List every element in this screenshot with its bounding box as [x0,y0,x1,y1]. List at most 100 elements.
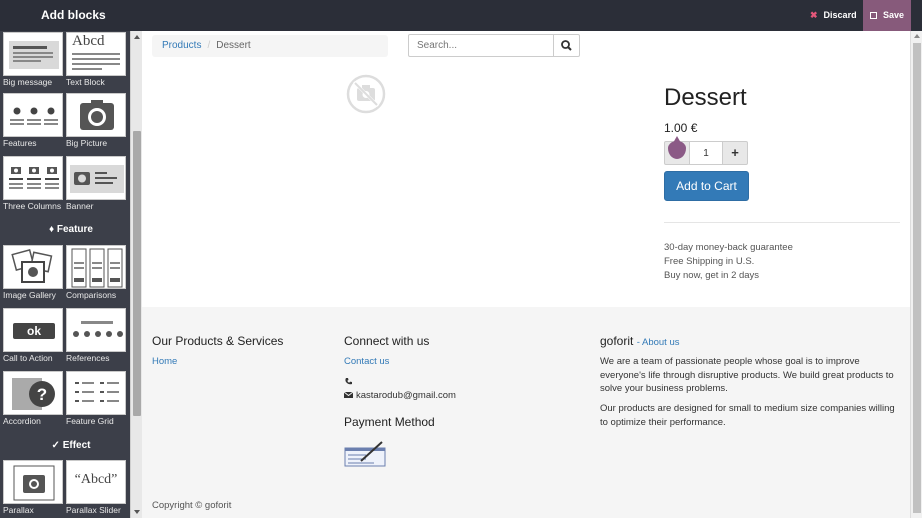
snippet-big-message[interactable]: Big message [3,32,63,92]
snippet-call-to-action[interactable]: ok Call to Action [3,308,63,368]
snippet-parallax-slider[interactable]: “Abcd” Parallax Slider [66,460,126,518]
footer-contact-link[interactable]: Contact us [344,356,389,367]
editor-topbar: ✖ Discard Save [142,0,922,31]
snippet-label: Banner [66,201,94,211]
section-effect-label: Effect [62,440,91,451]
diamond-icon: ♦ [48,224,55,235]
snippet-label: Call to Action [3,353,53,363]
snippet-feature-grid[interactable]: Feature Grid [66,371,126,431]
section-feature-label: Feature [56,224,93,235]
snippet-references[interactable]: References [66,308,126,368]
comparisons-thumbnail [66,245,126,289]
snippet-list-feature: Image Gallery Comparisons ok Call to Act… [0,245,130,435]
footer-about-link[interactable]: About us [642,337,680,348]
accordion-thumbnail: ? [3,371,63,415]
big-message-thumbnail [3,32,63,76]
breadcrumb-separator: / [207,40,211,51]
image-gallery-thumbnail [3,245,63,289]
snippet-label: Big message [3,77,53,87]
svg-text:?: ? [37,385,47,404]
section-feature: ♦ Feature [0,224,142,235]
terms-line: Buy now, get in 2 days [664,270,760,281]
sidebar-scrollbar[interactable] [130,31,142,518]
floppy-disk-icon [870,12,877,19]
snippet-comparisons[interactable]: Comparisons [66,245,126,305]
breadcrumb-current: Dessert [216,40,251,51]
snippet-label: Three Columns [3,201,62,211]
footer-brand: goforit [600,334,634,348]
footer: Our Products & Services Home Connect wit… [142,307,910,518]
sidebar-title: Add blocks [0,0,142,31]
section-effect: ✓ Effect [0,440,142,451]
discard-button[interactable]: ✖ Discard [802,0,865,31]
envelope-icon [343,391,354,402]
three-columns-thumbnail [3,156,63,200]
snippet-features[interactable]: Features [3,93,63,153]
snippet-label: Parallax Slider [66,505,121,515]
save-button[interactable]: Save [863,0,911,31]
cta-thumb-button: ok [13,323,55,339]
product-title: Dessert [664,84,747,111]
snippets-sidebar: Add blocks Big message Abcd Text Block F… [0,0,142,518]
parallax-slider-thumbnail: “Abcd” [66,460,126,504]
footer-about-text-2: Our products are designed for small to m… [600,403,895,428]
breadcrumb-products-link[interactable]: Products [162,40,201,51]
magic-wand-icon: ✓ [51,440,60,451]
close-icon: ✖ [810,10,818,20]
call-to-action-thumbnail: ok [3,308,63,352]
phone-icon [344,377,353,389]
terms-line: Free Shipping in U.S. [664,256,755,267]
snippet-accordion[interactable]: ? Accordion [3,371,63,431]
quantity-plus-button[interactable]: + [722,141,748,165]
parallax-slider-thumb-word: Abcd [80,472,112,487]
snippet-label: Parallax [3,505,34,515]
page-scroll-thumb[interactable] [913,43,921,513]
parallax-thumbnail [3,460,63,504]
snippet-three-columns[interactable]: Three Columns [3,156,63,216]
page-content: Products / Dessert Dessert 1.00 € + Add to… [142,31,910,518]
snippet-label: Big Picture [66,138,108,148]
breadcrumb: Products / Dessert [152,35,388,57]
question-icon: ? [12,378,55,410]
scroll-up-arrow-icon[interactable] [134,35,140,39]
snippet-label: Features [3,138,37,148]
features-thumbnail [3,93,63,137]
quantity-stepper: + [664,136,749,165]
footer-payment-heading: Payment Method [344,415,435,429]
product-price: 1.00 € [664,121,698,135]
no-image-icon [346,74,386,114]
snippet-label: Image Gallery [3,290,56,300]
references-thumbnail [66,308,126,352]
snippet-parallax[interactable]: Parallax [3,460,63,518]
product-terms: 30-day money-back guarantee Free Shippin… [664,241,793,283]
page-scroll-up-arrow-icon[interactable] [914,34,920,38]
snippet-label: Accordion [3,416,41,426]
add-to-cart-button[interactable]: Add to Cart [664,171,749,201]
sidebar-scroll-thumb[interactable] [133,131,141,416]
footer-email: kastarodub@gmail.com [356,390,456,401]
snippet-label: Comparisons [66,290,117,300]
feature-grid-thumbnail [66,371,126,415]
search-input[interactable] [408,34,554,57]
page-scrollbar[interactable] [910,31,922,518]
footer-about-link-wrap: - About us [636,337,680,348]
scroll-down-arrow-icon[interactable] [134,510,140,514]
footer-connect-heading: Connect with us [344,334,430,348]
snippet-banner[interactable]: Banner [66,156,126,216]
snippet-label: Text Block [66,77,105,87]
product-search [408,34,580,57]
search-icon [561,40,572,51]
terms-line: 30-day money-back guarantee [664,242,793,253]
search-button[interactable] [553,34,580,57]
banner-thumbnail [66,156,126,200]
footer-home-link[interactable]: Home [152,356,177,367]
discard-label: Discard [823,10,857,20]
snippet-image-gallery[interactable]: Image Gallery [3,245,63,305]
snippet-big-picture[interactable]: Big Picture [66,93,126,153]
divider [664,222,900,223]
payment-check-icon [344,439,386,472]
snippet-text-block[interactable]: Abcd Text Block [66,32,126,92]
big-picture-thumbnail [66,93,126,137]
snippet-label: Feature Grid [66,416,114,426]
quantity-input[interactable] [689,141,723,165]
